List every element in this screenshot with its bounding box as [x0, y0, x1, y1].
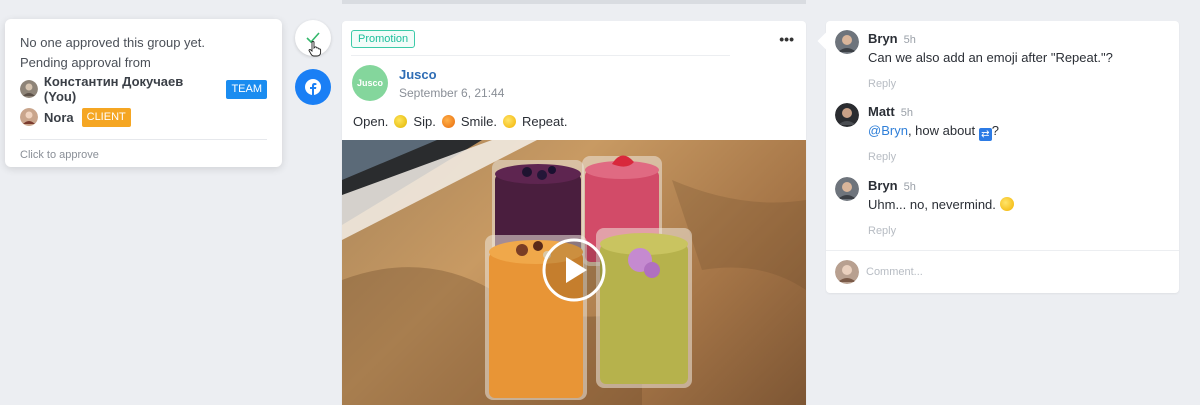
more-options-button[interactable]: •••	[779, 31, 794, 47]
avatar	[20, 80, 38, 98]
comment-input[interactable]: Comment...	[835, 260, 923, 284]
approver-row: Nora CLIENT	[20, 105, 267, 129]
comments-panel: Bryn 5h Can we also add an emoji after "R…	[826, 21, 1179, 293]
repeat-emoji-icon: ⇄	[978, 128, 992, 141]
approver-name: Nora	[44, 109, 74, 125]
post-media	[342, 140, 806, 405]
post-card: Promotion ••• Jusco Jusco September 6, 2…	[342, 21, 806, 405]
mention-link[interactable]: @Bryn	[868, 123, 908, 138]
avatar	[835, 177, 859, 201]
post-date: September 6, 21:44	[399, 86, 505, 100]
previous-card-edge	[342, 0, 806, 4]
approver-name: Константин Докучаев (You)	[43, 74, 184, 104]
comment-placeholder: Comment...	[866, 266, 923, 278]
page-name[interactable]: Jusco	[399, 67, 437, 82]
comment-author: Bryn 5h	[868, 178, 916, 193]
approver-row: Константин Докучаев (You) TEAM	[20, 74, 267, 104]
grin-sweat-emoji-icon	[999, 197, 1014, 211]
reply-link[interactable]: Reply	[868, 78, 896, 90]
comment-text: Can we also add an emoji after "Repeat."…	[868, 50, 1113, 65]
pending-label: Pending approval from	[20, 55, 151, 70]
comment-text: Uhm... no, nevermind.	[868, 197, 1014, 212]
avatar	[835, 103, 859, 127]
divider	[20, 139, 267, 140]
reply-link[interactable]: Reply	[868, 151, 896, 163]
approval-status: No one approved this group yet.	[20, 35, 206, 50]
avatar	[20, 108, 38, 126]
divider	[826, 250, 1179, 251]
divider	[351, 55, 730, 56]
hand-cursor-icon	[308, 41, 322, 57]
reply-link[interactable]: Reply	[868, 225, 896, 237]
facebook-network-button[interactable]	[295, 69, 331, 105]
post-text-part: Open.	[353, 114, 389, 129]
comment-author: Matt 5h	[868, 104, 913, 119]
post-text-part: Sip.	[413, 114, 436, 129]
promotion-tag: Promotion	[351, 30, 416, 48]
smoothies-image	[342, 140, 806, 405]
post-text-part: Smile.	[460, 114, 497, 129]
team-badge: TEAM	[226, 79, 267, 99]
post-text-part: Repeat.	[521, 114, 568, 129]
post-text: Open. Sip. Smile. Repeat.	[353, 114, 568, 129]
facebook-icon	[305, 79, 321, 95]
orange-emoji-icon	[441, 115, 455, 128]
comment-text: @Bryn, how about ⇄?	[868, 123, 999, 141]
click-to-approve-link[interactable]: Click to approve	[20, 149, 267, 161]
avatar	[835, 30, 859, 54]
page-avatar: Jusco	[352, 65, 388, 101]
approval-popover: No one approved this group yet. Pending …	[5, 19, 282, 167]
approve-button[interactable]	[295, 20, 331, 57]
comment-author: Bryn 5h	[868, 31, 916, 46]
client-badge: CLIENT	[81, 107, 131, 127]
smile-emoji-icon	[502, 115, 516, 128]
avatar	[835, 260, 859, 284]
lemon-emoji-icon	[394, 115, 408, 128]
